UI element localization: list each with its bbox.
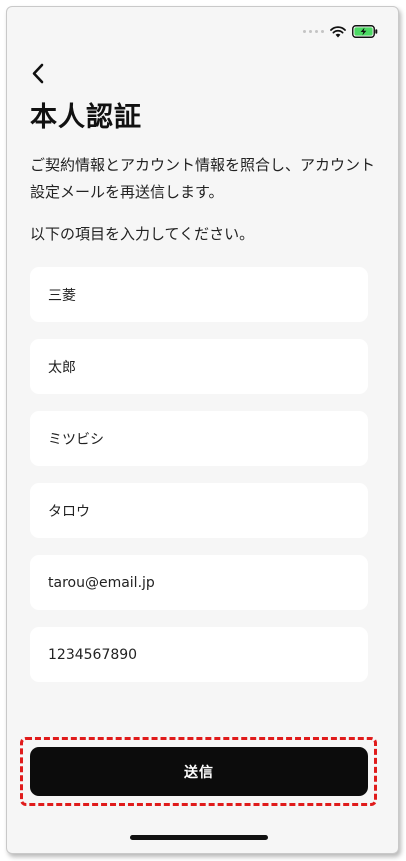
first-name-field[interactable]: 太郎 xyxy=(30,339,368,394)
status-bar xyxy=(303,25,378,38)
submit-button[interactable]: 送信 xyxy=(30,747,368,796)
phone-screen: 本人認証 ご契約情報とアカウント情報を照合し、アカウント設定メールを再送信します… xyxy=(6,6,399,854)
page-title: 本人認証 xyxy=(30,102,142,133)
back-button[interactable] xyxy=(25,59,55,89)
wifi-icon xyxy=(330,25,346,38)
last-name-kana-field[interactable]: ミツビシ xyxy=(30,411,368,466)
battery-charging-icon xyxy=(352,25,378,38)
home-indicator[interactable] xyxy=(130,835,268,840)
email-field[interactable]: tarou@email.jp xyxy=(30,555,368,610)
instruction-text: 以下の項目を入力してください。 xyxy=(30,225,255,243)
description-text: ご契約情報とアカウント情報を照合し、アカウント設定メールを再送信します。 xyxy=(30,156,376,201)
phone-field[interactable]: 1234567890 xyxy=(30,627,368,682)
first-name-kana-field[interactable]: タロウ xyxy=(30,483,368,538)
cellular-signal-icon xyxy=(303,30,324,33)
chevron-left-icon xyxy=(32,63,44,84)
last-name-field[interactable]: 三菱 xyxy=(30,267,368,322)
